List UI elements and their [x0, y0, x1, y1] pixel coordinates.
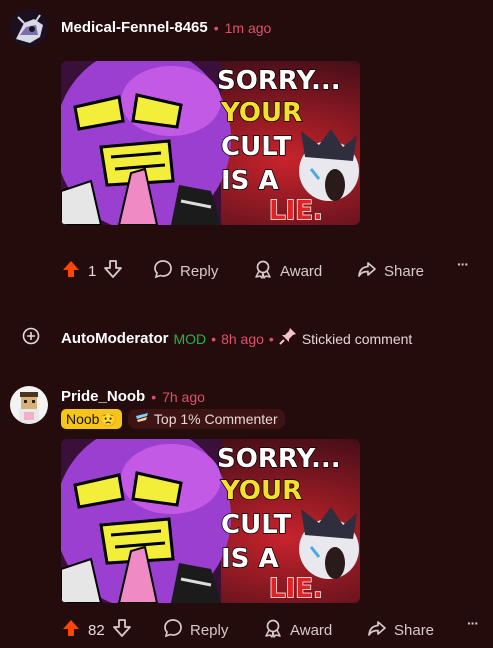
vote-control: 82	[61, 618, 132, 642]
reply-label: Reply	[180, 262, 219, 280]
user-flair: Noob😟	[61, 409, 122, 429]
username[interactable]: Medical-Fennel-8465	[61, 19, 208, 36]
meme-text-line: SORRY...	[217, 444, 341, 474]
share-button[interactable]: Share	[367, 618, 434, 642]
action-bar: 1 Reply Award Share ···	[61, 256, 481, 283]
share-button[interactable]: Share	[357, 259, 424, 283]
downvote-arrow-icon[interactable]	[103, 259, 123, 283]
avatar[interactable]	[10, 9, 48, 47]
award-ribbon-icon	[253, 259, 273, 283]
action-bar: 82 Reply Award Share ···	[61, 615, 481, 642]
share-arrow-icon	[357, 259, 377, 283]
meme-text-line: YOUR	[220, 98, 302, 128]
timestamp[interactable]: 7h ago	[162, 389, 205, 405]
more-options-button[interactable]: ···	[467, 615, 479, 631]
award-button[interactable]: Award	[263, 618, 332, 642]
username[interactable]: Pride_Noob	[61, 388, 145, 405]
stickied-label: Stickied comment	[301, 330, 413, 347]
upvote-arrow-icon[interactable]	[61, 259, 81, 283]
avatar[interactable]	[10, 386, 48, 424]
meme-text-line: LIE.	[269, 196, 323, 225]
reply-bubble-icon	[163, 618, 183, 642]
meme-text-line: CULT	[221, 510, 291, 540]
separator-dot: •	[151, 388, 157, 405]
vote-count: 82	[88, 621, 105, 639]
meme-text-line: SORRY...	[217, 66, 341, 96]
timestamp[interactable]: 1m ago	[225, 20, 272, 36]
award-label: Award	[290, 621, 333, 639]
meme-text-line: YOUR	[220, 476, 302, 506]
pin-icon	[279, 327, 297, 350]
reply-button[interactable]: Reply	[153, 259, 218, 283]
award-label: Award	[280, 262, 323, 280]
meme-image[interactable]: SORRY... YOUR CULT IS A LIE.	[61, 61, 360, 225]
share-arrow-icon	[367, 618, 387, 642]
award-ribbon-icon	[263, 618, 283, 642]
more-options-button[interactable]: ···	[457, 256, 469, 272]
separator-dot: •	[268, 330, 274, 347]
meme-image[interactable]: SORRY... YOUR CULT IS A LIE.	[61, 439, 360, 603]
username[interactable]: AutoModerator	[61, 330, 169, 347]
downvote-arrow-icon[interactable]	[112, 618, 132, 642]
meme-text-line: IS A	[221, 544, 279, 574]
top-commenter-icon	[135, 410, 149, 428]
vote-count: 1	[88, 262, 97, 280]
upvote-arrow-icon[interactable]	[61, 618, 81, 642]
meme-text-line: CULT	[221, 132, 291, 162]
separator-dot: •	[211, 330, 217, 347]
reply-bubble-icon	[153, 259, 173, 283]
top-commenter-badge: Top 1% Commenter	[127, 409, 285, 429]
timestamp[interactable]: 8h ago	[221, 331, 264, 347]
reply-button[interactable]: Reply	[163, 618, 228, 642]
separator-dot: •	[213, 19, 219, 36]
award-button[interactable]: Award	[253, 259, 322, 283]
reply-label: Reply	[190, 621, 229, 639]
share-label: Share	[394, 621, 435, 639]
meme-text-line: LIE.	[269, 574, 323, 603]
share-label: Share	[384, 262, 425, 280]
ellipsis-icon: ···	[457, 256, 469, 272]
expand-thread-button[interactable]	[22, 327, 40, 350]
expand-plus-icon	[22, 327, 40, 345]
vote-control: 1	[61, 259, 123, 283]
top-commenter-label: Top 1% Commenter	[153, 411, 278, 427]
ellipsis-icon: ···	[467, 615, 479, 631]
meme-text-line: IS A	[221, 166, 279, 196]
mod-badge: MOD	[173, 330, 207, 347]
